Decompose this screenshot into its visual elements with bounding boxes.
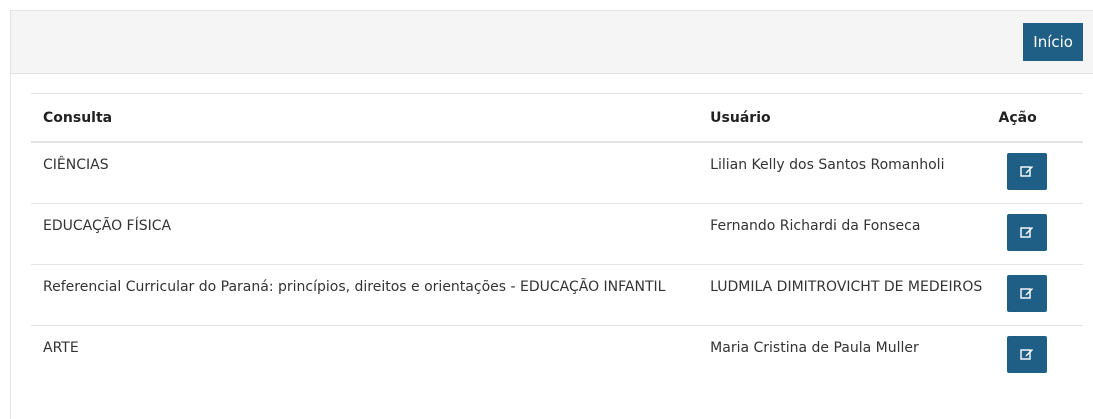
edit-icon [1019, 166, 1033, 177]
consultas-table: Consulta Usuário Ação CIÊNCIAS Lilian Ke… [31, 93, 1083, 386]
edit-button[interactable] [1006, 274, 1047, 312]
table-row: Referencial Curricular do Paraná: princí… [31, 264, 1083, 325]
consulta-cell: EDUCAÇÃO FÍSICA [43, 217, 172, 234]
usuario-cell: Maria Cristina de Paula Muller [710, 339, 919, 356]
acao-cell [999, 203, 1084, 264]
table-row: EDUCAÇÃO FÍSICA Fernando Richardi da Fon… [31, 203, 1083, 264]
edit-icon [1019, 287, 1033, 299]
edit-button[interactable] [1006, 213, 1047, 251]
panel: Início Consulta Usuário Ação CIÊNCIAS Li… [10, 10, 1093, 419]
usuario-cell: Lilian Kelly dos Santos Romanholi [710, 157, 945, 173]
acao-cell [999, 264, 1084, 325]
edit-icon [1019, 348, 1033, 360]
consultas-table-wrap: Consulta Usuário Ação CIÊNCIAS Lilian Ke… [31, 93, 1083, 386]
acao-cell [999, 142, 1084, 203]
usuario-cell: Fernando Richardi da Fonseca [710, 217, 921, 234]
inicio-button[interactable]: Início [1023, 23, 1083, 61]
table-header-row: Consulta Usuário Ação [31, 93, 1083, 142]
consulta-cell: ARTE [43, 339, 79, 356]
edit-button[interactable] [1006, 335, 1047, 373]
consulta-cell: Referencial Curricular do Paraná: princí… [43, 278, 666, 295]
acao-cell [999, 325, 1084, 386]
table-row: ARTE Maria Cristina de Paula Muller [31, 325, 1083, 386]
panel-header: Início [11, 11, 1093, 74]
usuario-cell: LUDMILA DIMITROVICHT DE MEDEIROS [710, 278, 983, 295]
table-row: CIÊNCIAS Lilian Kelly dos Santos Romanho… [31, 142, 1083, 203]
edit-icon [1019, 226, 1033, 238]
column-header-consulta: Consulta [43, 109, 113, 126]
column-header-usuario: Usuário [710, 109, 771, 126]
edit-button[interactable] [1006, 153, 1047, 190]
column-header-acao: Ação [998, 109, 1037, 126]
consulta-cell: CIÊNCIAS [43, 157, 109, 173]
